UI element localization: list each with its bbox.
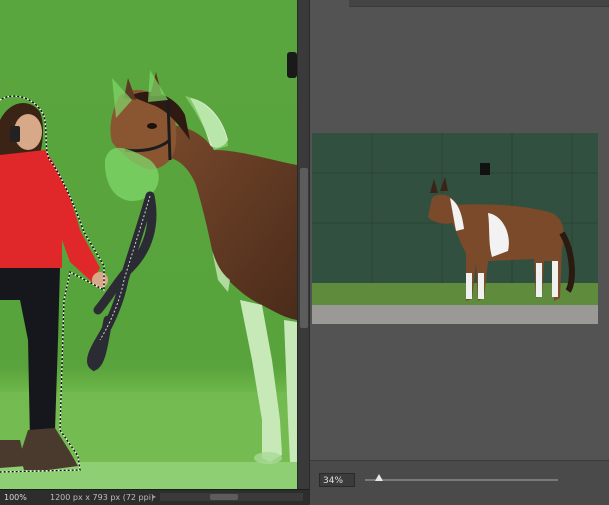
status-zoom-field[interactable]: 100% — [4, 491, 30, 503]
preview-image — [312, 133, 598, 324]
navigator-zoom-slider[interactable] — [365, 474, 558, 481]
canvas-horizontal-scroll-thumb[interactable] — [210, 494, 238, 500]
app-window: 100% 1200 px x 793 px (72 ppi) ▸ 34% — [0, 0, 609, 505]
preview-panel: 34% — [309, 0, 609, 505]
navigator-zoom-input[interactable]: 34% — [319, 473, 355, 487]
document-canvas[interactable] — [0, 0, 297, 489]
navigator-controls: 34% — [310, 460, 609, 505]
canvas-vertical-scroll-thumb[interactable] — [300, 168, 308, 328]
preview-thumbnail[interactable] — [312, 133, 598, 324]
chevron-right-icon[interactable]: ▸ — [152, 490, 156, 504]
canvas-image — [0, 0, 297, 489]
navigator-zoom-slider-thumb[interactable] — [375, 474, 383, 481]
status-bar: 100% 1200 px x 793 px (72 ppi) ▸ — [0, 489, 309, 505]
canvas-horizontal-scrollbar[interactable] — [160, 493, 303, 501]
wall-fixture — [287, 52, 297, 78]
panel-header-strip — [349, 0, 609, 7]
document-info: 1200 px x 793 px (72 ppi) — [50, 493, 155, 502]
